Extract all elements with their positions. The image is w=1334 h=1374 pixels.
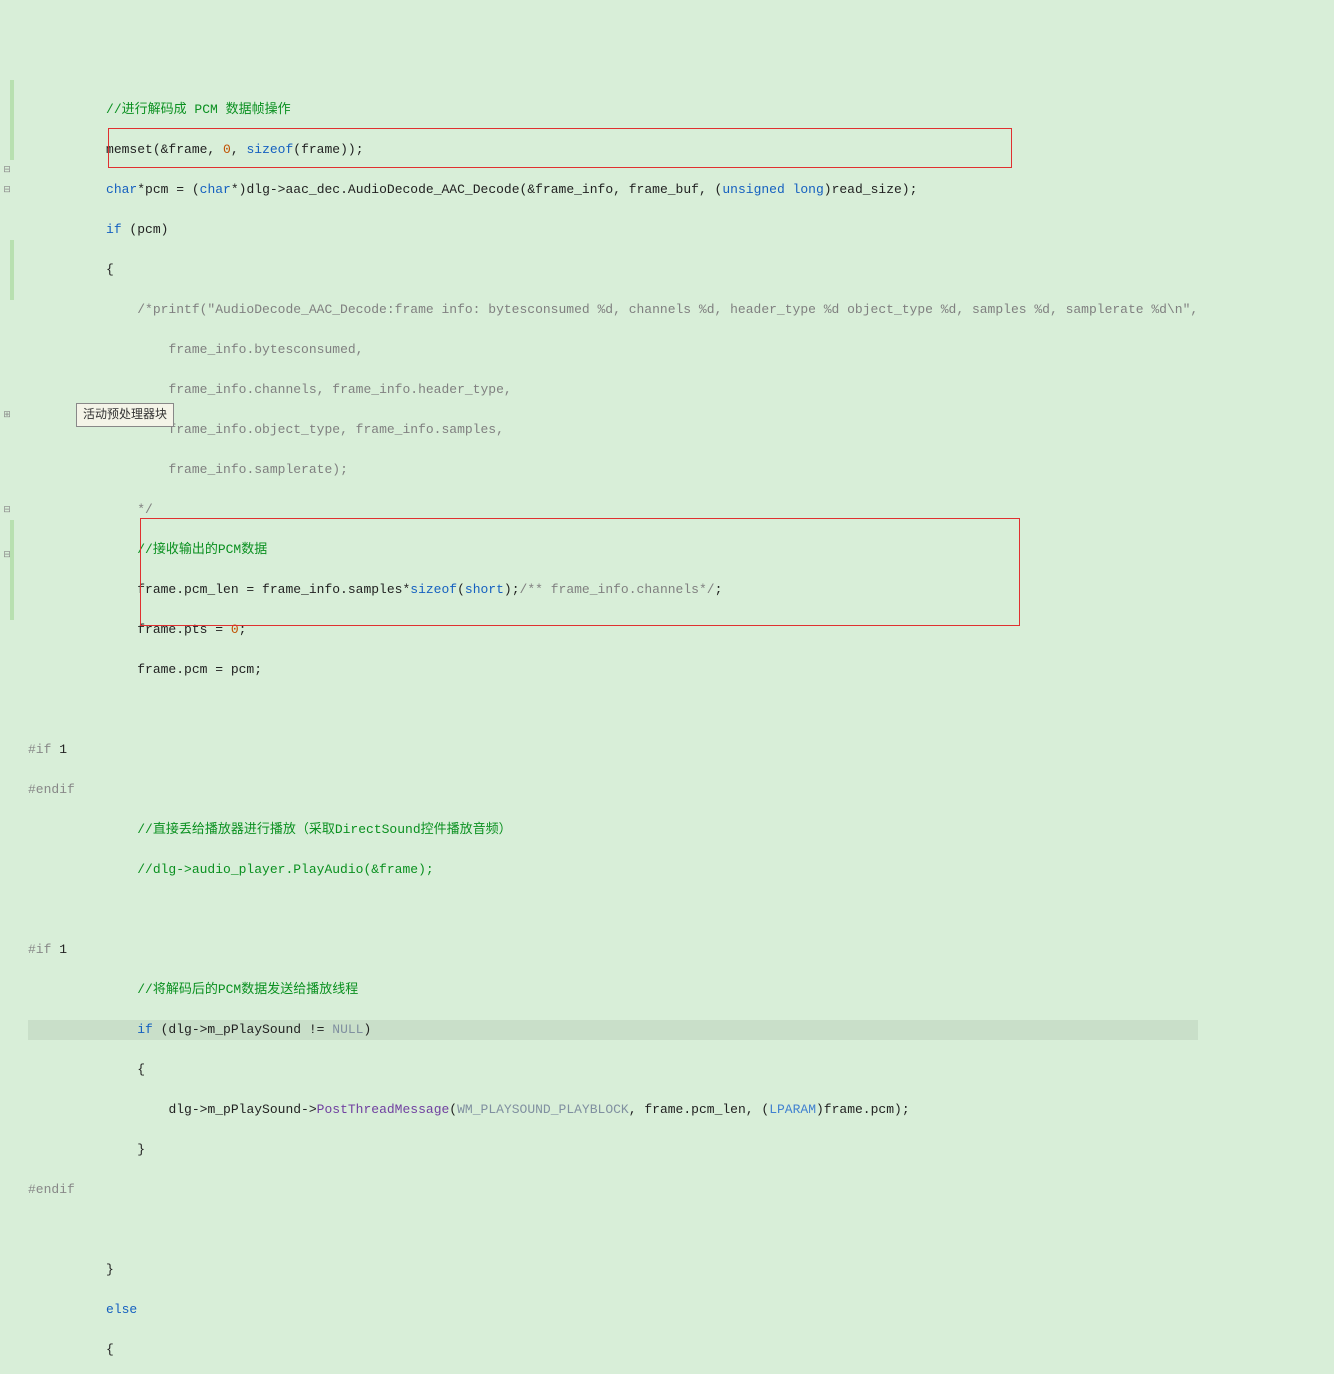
keyword: unsigned long [722, 182, 823, 197]
code-area[interactable]: //进行解码成 PCM 数据帧操作 memset(&frame, 0, size… [22, 80, 1198, 767]
preprocessor: #if [28, 942, 51, 957]
keyword: short [465, 582, 504, 597]
multiline-comment: /*printf("AudioDecode_AAC_Decode:frame i… [137, 302, 1198, 317]
change-bar [10, 240, 14, 300]
keyword: sizeof [246, 142, 293, 157]
function-call: PostThreadMessage [317, 1102, 450, 1117]
keyword: char [106, 182, 137, 197]
comment: //接收输出的PCM数据 [137, 542, 267, 557]
fold-marker[interactable]: ⊞ [2, 405, 12, 425]
gutter: ⊟ ⊟ ⊞ ⊟ ⊟ [0, 80, 22, 767]
number-literal: 0 [231, 622, 239, 637]
fold-marker[interactable]: ⊟ [2, 545, 12, 565]
keyword: if [106, 222, 122, 237]
keyword: sizeof [410, 582, 457, 597]
fold-marker[interactable]: ⊟ [2, 180, 12, 200]
highlight-box [140, 518, 1020, 626]
preprocessor: #if [28, 742, 51, 757]
fold-marker[interactable]: ⊟ [2, 500, 12, 520]
keyword: if [137, 1022, 153, 1037]
code-text: memset(&frame, [106, 142, 223, 157]
macro: NULL [332, 1022, 363, 1037]
comment: //将解码后的PCM数据发送给播放线程 [137, 982, 358, 997]
keyword: else [106, 1302, 137, 1317]
comment: //直接丢给播放器进行播放（采取DirectSound控件播放音频） [137, 822, 511, 837]
macro: WM_PLAYSOUND_PLAYBLOCK [457, 1102, 629, 1117]
tooltip: 活动预处理器块 [76, 403, 174, 427]
preprocessor: #endif [28, 1182, 75, 1197]
change-bar [10, 80, 14, 160]
code-editor[interactable]: ⊟ ⊟ ⊞ ⊟ ⊟ //进行解码成 PCM 数据帧操作 memset(&fram… [0, 80, 1334, 767]
type: LPARAM [769, 1102, 816, 1117]
fold-marker[interactable]: ⊟ [2, 160, 12, 180]
change-bar [10, 520, 14, 620]
comment: //进行解码成 PCM 数据帧操作 [106, 102, 291, 117]
comment: //dlg->audio_player.PlayAudio(&frame); [137, 862, 433, 877]
number-literal: 0 [223, 142, 231, 157]
keyword: char [200, 182, 231, 197]
preprocessor: #endif [28, 782, 75, 797]
